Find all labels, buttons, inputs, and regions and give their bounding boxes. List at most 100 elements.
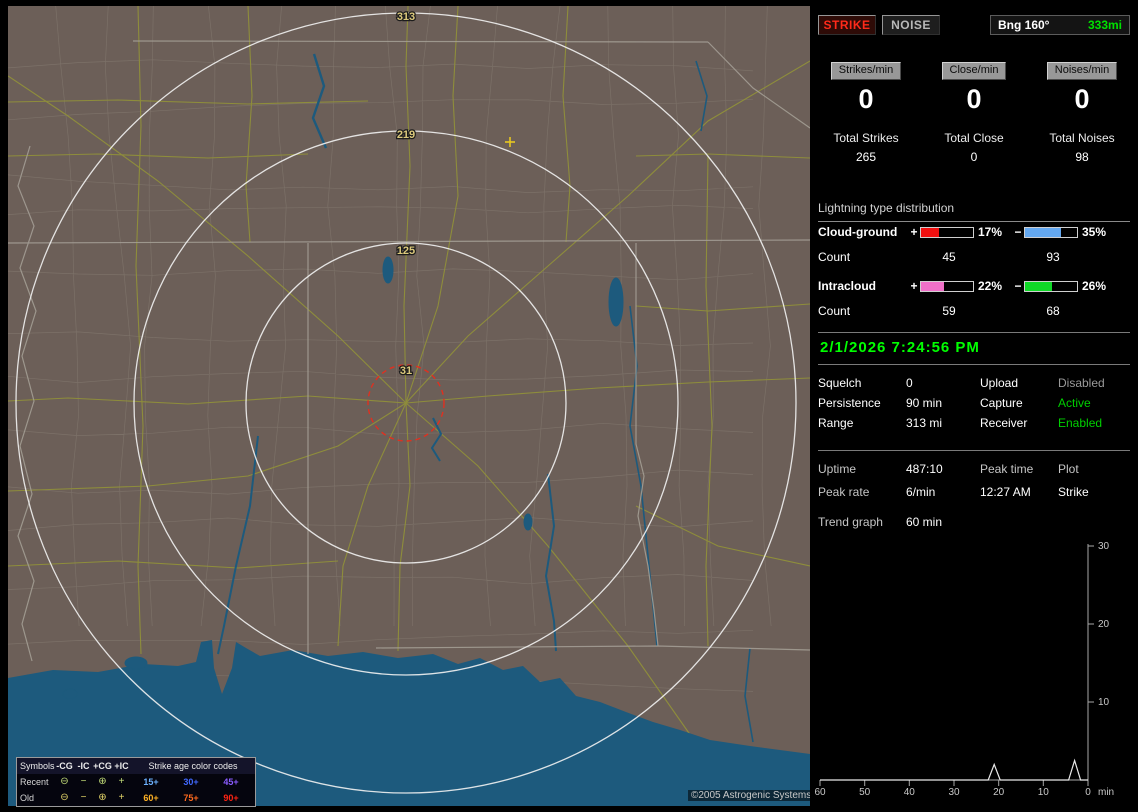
cg-positive-count: 45 xyxy=(942,250,956,264)
settings-row: Persistence 90 min Capture Active xyxy=(818,396,1130,412)
x-tick-0: 0 xyxy=(1085,787,1091,798)
copyright-text: ©2005 Astrogenic Systems xyxy=(688,790,815,801)
x-tick-10: 10 xyxy=(1038,787,1050,798)
close-per-min-badge: Close/min xyxy=(941,62,1007,80)
legend-col-pos-ic: +IC xyxy=(114,761,129,771)
divider xyxy=(818,332,1130,333)
range-label-middle: 219 xyxy=(397,129,415,141)
plot-label: Plot xyxy=(1058,462,1079,476)
intracloud-count-row: Count 59 68 xyxy=(818,304,1130,318)
plot-value: Strike xyxy=(1058,485,1089,499)
peak-rate-label: Peak rate xyxy=(818,485,870,499)
cg-negative-bar-fill xyxy=(1025,227,1062,237)
map-area: 313 219 125 31 Symbols -CG -IC +CG +IC S… xyxy=(8,6,815,807)
total-close-label: Total Close xyxy=(944,131,1004,145)
legend-col-neg-ic: -IC xyxy=(77,761,90,771)
total-noises-value: 98 xyxy=(1075,150,1089,164)
old-pos-cg-icon: ⊕ xyxy=(98,792,107,803)
count-label: Count xyxy=(818,250,851,264)
trend-chart: 60 50 40 30 20 10 0 min 30 20 10 xyxy=(814,541,1114,798)
ic-positive-pct: 22% xyxy=(978,279,1003,293)
close-per-min-header: Close/min xyxy=(926,62,1022,80)
divider xyxy=(818,450,1130,451)
cg-negative-pct: 35% xyxy=(1082,225,1107,239)
total-strikes-value: 265 xyxy=(855,150,877,164)
x-tick-30: 30 xyxy=(948,787,960,798)
bearing-distance: 333mi xyxy=(1087,18,1122,32)
age-15: 15+ xyxy=(143,777,159,787)
range-label: Range xyxy=(818,416,854,430)
recent-pos-cg-icon: ⊕ xyxy=(98,776,107,787)
x-tick-50: 50 xyxy=(859,787,871,798)
distribution-title: Lightning type distribution xyxy=(818,201,1130,222)
cloud-ground-row: Cloud-ground + 17% − 35% xyxy=(818,225,1130,239)
x-tick-20: 20 xyxy=(993,787,1005,798)
uptime-value: 487:10 xyxy=(906,462,943,476)
count-label: Count xyxy=(818,304,851,318)
recent-neg-ic-icon: − xyxy=(80,776,87,787)
bearing-display: Bng 160° 333mi xyxy=(990,15,1130,35)
age-45: 45+ xyxy=(223,777,239,787)
noises-per-min-badge: Noises/min xyxy=(1046,62,1118,80)
squelch-value: 0 xyxy=(906,376,913,390)
legend-recent-label: Recent xyxy=(20,777,49,787)
stats-row: Uptime 487:10 Peak time Plot xyxy=(818,462,1130,478)
age-75: 75+ xyxy=(183,793,199,803)
x-tick-60: 60 xyxy=(814,787,826,798)
noises-per-min-header: Noises/min xyxy=(1034,62,1130,80)
noises-per-min-value: 0 xyxy=(1074,84,1090,114)
minus-sign: − xyxy=(1014,225,1022,239)
plus-sign: + xyxy=(910,225,918,239)
total-noises-label: Total Noises xyxy=(1049,131,1115,145)
peak-time-value: 12:27 AM xyxy=(980,485,1031,499)
range-value: 313 mi xyxy=(906,416,943,430)
status-panel: STRIKE NOISE Bng 160° 333mi Strikes/min … xyxy=(810,0,1138,812)
ic-negative-bar-fill xyxy=(1025,281,1053,291)
uptime-label: Uptime xyxy=(818,462,857,476)
capture-label: Capture xyxy=(980,396,1023,410)
stats-row: Peak rate 6/min 12:27 AM Strike xyxy=(818,485,1130,501)
legend-header-row: Symbols -CG -IC +CG +IC Strike age color… xyxy=(17,758,255,774)
ic-positive-count: 59 xyxy=(942,304,956,318)
legend-old-label: Old xyxy=(20,793,35,803)
recent-neg-cg-icon: ⊖ xyxy=(60,776,69,787)
cg-negative-count: 93 xyxy=(1046,250,1060,264)
ic-negative-count: 68 xyxy=(1046,304,1060,318)
lightning-monitor-app: 313 219 125 31 Symbols -CG -IC +CG +IC S… xyxy=(0,0,1138,812)
total-strikes-label: Total Strikes xyxy=(833,131,899,145)
ic-positive-bar-fill xyxy=(921,281,944,291)
strike-trend-series xyxy=(820,758,1088,781)
plus-sign: + xyxy=(910,279,918,293)
peak-time-label: Peak time xyxy=(980,462,1034,476)
bearing-label: Bng 160° xyxy=(998,18,1050,32)
upload-status: Disabled xyxy=(1058,376,1105,390)
persistence-label: Persistence xyxy=(818,396,881,410)
divider xyxy=(818,364,1130,365)
legend-col-neg-cg: -CG xyxy=(56,761,73,771)
ic-negative-bar xyxy=(1024,280,1078,292)
range-label-inner: 125 xyxy=(397,245,415,257)
persistence-value: 90 min xyxy=(906,396,943,410)
strike-mode-button[interactable]: STRIKE xyxy=(818,15,876,35)
noise-mode-button[interactable]: NOISE xyxy=(882,15,940,35)
ic-negative-pct: 26% xyxy=(1082,279,1107,293)
close-per-min-value: 0 xyxy=(966,84,982,114)
legend-old-row: Old ⊖ − ⊕ + 60+ 75+ 90+ xyxy=(17,790,255,806)
chart-axes xyxy=(819,544,1094,786)
minus-sign: − xyxy=(1014,279,1022,293)
age-30: 30+ xyxy=(183,777,199,787)
peak-rate-value: 6/min xyxy=(906,485,936,499)
old-neg-ic-icon: − xyxy=(80,792,87,803)
map-legend: Symbols -CG -IC +CG +IC Strike age color… xyxy=(16,757,256,807)
legend-col-pos-cg: +CG xyxy=(93,761,112,771)
map-svg: 313 219 125 31 xyxy=(8,6,810,806)
receiver-status: Enabled xyxy=(1058,416,1103,430)
squelch-label: Squelch xyxy=(818,376,862,390)
capture-status: Active xyxy=(1058,396,1091,410)
recent-pos-ic-icon: + xyxy=(118,776,125,787)
cg-positive-bar xyxy=(920,226,974,238)
strikes-per-min-header: Strikes/min xyxy=(818,62,914,80)
receiver-label: Receiver xyxy=(980,416,1028,430)
legend-symbols-header: Symbols xyxy=(20,761,55,771)
strikes-per-min-badge: Strikes/min xyxy=(830,62,902,80)
